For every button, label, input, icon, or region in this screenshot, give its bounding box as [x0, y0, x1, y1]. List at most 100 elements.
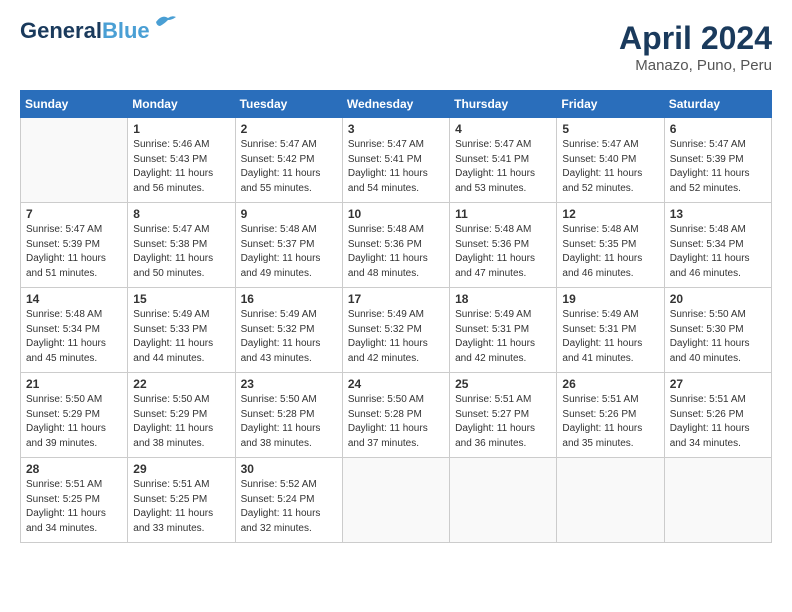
day-number: 20 [670, 292, 766, 306]
day-number: 13 [670, 207, 766, 221]
calendar-cell: 12 Sunrise: 5:48 AM Sunset: 5:35 PM Dayli… [557, 203, 664, 288]
day-number: 15 [133, 292, 229, 306]
calendar-cell: 29 Sunrise: 5:51 AM Sunset: 5:25 PM Dayli… [128, 458, 235, 543]
day-info: Sunrise: 5:49 AM Sunset: 5:32 PM Dayligh… [241, 308, 337, 366]
calendar-cell: 24Sunrise: 5:50 AM Sunset: 5:28 PM Dayli… [342, 373, 449, 458]
day-info: Sunrise: 5:50 AM Sunset: 5:28 PM Dayligh… [348, 393, 444, 451]
calendar-cell: 20 Sunrise: 5:50 AM Sunset: 5:30 PM Dayli… [664, 288, 771, 373]
header-wednesday: Wednesday [342, 91, 449, 118]
calendar-cell: 21 Sunrise: 5:50 AM Sunset: 5:29 PM Dayli… [21, 373, 128, 458]
title-block: April 2024 Manazo, Puno, Peru [619, 20, 772, 74]
day-number: 23 [241, 377, 337, 391]
day-number: 11 [455, 207, 551, 221]
calendar-cell [664, 458, 771, 543]
day-number: 17 [348, 292, 444, 306]
day-info: Sunrise: 5:47 AM Sunset: 5:41 PM Dayligh… [348, 138, 444, 196]
day-info: Sunrise: 5:50 AM Sunset: 5:30 PM Dayligh… [670, 308, 766, 366]
header-friday: Friday [557, 91, 664, 118]
day-number: 6 [670, 122, 766, 136]
calendar-cell: 26Sunrise: 5:51 AM Sunset: 5:26 PM Dayli… [557, 373, 664, 458]
calendar-header-row: SundayMondayTuesdayWednesdayThursdayFrid… [21, 91, 772, 118]
calendar-cell: 28 Sunrise: 5:51 AM Sunset: 5:25 PM Dayli… [21, 458, 128, 543]
day-info: Sunrise: 5:47 AM Sunset: 5:38 PM Dayligh… [133, 223, 229, 281]
calendar-cell: 27 Sunrise: 5:51 AM Sunset: 5:26 PM Dayli… [664, 373, 771, 458]
day-number: 5 [562, 122, 658, 136]
day-info: Sunrise: 5:51 AM Sunset: 5:25 PM Dayligh… [26, 478, 122, 536]
calendar-cell: 30 Sunrise: 5:52 AM Sunset: 5:24 PM Dayli… [235, 458, 342, 543]
page-header: GeneralBlue April 2024 Manazo, Puno, Per… [20, 20, 772, 74]
header-sunday: Sunday [21, 91, 128, 118]
day-info: Sunrise: 5:50 AM Sunset: 5:28 PM Dayligh… [241, 393, 337, 451]
day-number: 16 [241, 292, 337, 306]
day-number: 2 [241, 122, 337, 136]
day-number: 27 [670, 377, 766, 391]
day-info: Sunrise: 5:48 AM Sunset: 5:34 PM Dayligh… [670, 223, 766, 281]
calendar-cell: 5 Sunrise: 5:47 AM Sunset: 5:40 PM Daylig… [557, 118, 664, 203]
day-info: Sunrise: 5:47 AM Sunset: 5:41 PM Dayligh… [455, 138, 551, 196]
day-number: 10 [348, 207, 444, 221]
day-number: 26 [562, 377, 658, 391]
day-number: 25 [455, 377, 551, 391]
month-title: April 2024 [619, 20, 772, 57]
calendar-cell: 6Sunrise: 5:47 AM Sunset: 5:39 PM Daylig… [664, 118, 771, 203]
day-number: 9 [241, 207, 337, 221]
calendar-cell: 16 Sunrise: 5:49 AM Sunset: 5:32 PM Dayli… [235, 288, 342, 373]
week-row-2: 7 Sunrise: 5:47 AM Sunset: 5:39 PM Daylig… [21, 203, 772, 288]
calendar-cell: 10 Sunrise: 5:48 AM Sunset: 5:36 PM Dayli… [342, 203, 449, 288]
location-subtitle: Manazo, Puno, Peru [619, 57, 772, 74]
calendar-cell: 9 Sunrise: 5:48 AM Sunset: 5:37 PM Daylig… [235, 203, 342, 288]
day-number: 8 [133, 207, 229, 221]
day-number: 21 [26, 377, 122, 391]
header-tuesday: Tuesday [235, 91, 342, 118]
day-info: Sunrise: 5:48 AM Sunset: 5:36 PM Dayligh… [348, 223, 444, 281]
calendar-cell: 2 Sunrise: 5:47 AM Sunset: 5:42 PM Daylig… [235, 118, 342, 203]
day-number: 4 [455, 122, 551, 136]
calendar-cell: 22 Sunrise: 5:50 AM Sunset: 5:29 PM Dayli… [128, 373, 235, 458]
day-info: Sunrise: 5:48 AM Sunset: 5:36 PM Dayligh… [455, 223, 551, 281]
calendar-cell [450, 458, 557, 543]
day-info: Sunrise: 5:48 AM Sunset: 5:37 PM Dayligh… [241, 223, 337, 281]
calendar-cell: 4 Sunrise: 5:47 AM Sunset: 5:41 PM Daylig… [450, 118, 557, 203]
calendar-cell: 15 Sunrise: 5:49 AM Sunset: 5:33 PM Dayli… [128, 288, 235, 373]
day-info: Sunrise: 5:47 AM Sunset: 5:40 PM Dayligh… [562, 138, 658, 196]
day-number: 12 [562, 207, 658, 221]
day-info: Sunrise: 5:50 AM Sunset: 5:29 PM Dayligh… [26, 393, 122, 451]
day-info: Sunrise: 5:48 AM Sunset: 5:34 PM Dayligh… [26, 308, 122, 366]
logo-text: GeneralBlue [20, 20, 150, 42]
calendar-cell: 8 Sunrise: 5:47 AM Sunset: 5:38 PM Daylig… [128, 203, 235, 288]
day-info: Sunrise: 5:47 AM Sunset: 5:39 PM Dayligh… [26, 223, 122, 281]
calendar-table: SundayMondayTuesdayWednesdayThursdayFrid… [20, 90, 772, 543]
day-info: Sunrise: 5:51 AM Sunset: 5:26 PM Dayligh… [670, 393, 766, 451]
day-info: Sunrise: 5:52 AM Sunset: 5:24 PM Dayligh… [241, 478, 337, 536]
day-number: 22 [133, 377, 229, 391]
calendar-cell: 18 Sunrise: 5:49 AM Sunset: 5:31 PM Dayli… [450, 288, 557, 373]
day-number: 30 [241, 462, 337, 476]
calendar-cell: 1Sunrise: 5:46 AM Sunset: 5:43 PM Daylig… [128, 118, 235, 203]
day-info: Sunrise: 5:51 AM Sunset: 5:27 PM Dayligh… [455, 393, 551, 451]
week-row-1: 1Sunrise: 5:46 AM Sunset: 5:43 PM Daylig… [21, 118, 772, 203]
day-number: 18 [455, 292, 551, 306]
day-info: Sunrise: 5:50 AM Sunset: 5:29 PM Dayligh… [133, 393, 229, 451]
day-info: Sunrise: 5:51 AM Sunset: 5:25 PM Dayligh… [133, 478, 229, 536]
day-info: Sunrise: 5:49 AM Sunset: 5:31 PM Dayligh… [455, 308, 551, 366]
day-info: Sunrise: 5:47 AM Sunset: 5:42 PM Dayligh… [241, 138, 337, 196]
day-number: 29 [133, 462, 229, 476]
day-info: Sunrise: 5:49 AM Sunset: 5:32 PM Dayligh… [348, 308, 444, 366]
calendar-cell: 17 Sunrise: 5:49 AM Sunset: 5:32 PM Dayli… [342, 288, 449, 373]
day-number: 28 [26, 462, 122, 476]
calendar-cell [21, 118, 128, 203]
day-info: Sunrise: 5:49 AM Sunset: 5:33 PM Dayligh… [133, 308, 229, 366]
logo: GeneralBlue [20, 20, 176, 42]
calendar-cell: 14 Sunrise: 5:48 AM Sunset: 5:34 PM Dayli… [21, 288, 128, 373]
header-monday: Monday [128, 91, 235, 118]
calendar-cell: 19Sunrise: 5:49 AM Sunset: 5:31 PM Dayli… [557, 288, 664, 373]
day-number: 14 [26, 292, 122, 306]
day-number: 7 [26, 207, 122, 221]
calendar-cell [342, 458, 449, 543]
day-info: Sunrise: 5:48 AM Sunset: 5:35 PM Dayligh… [562, 223, 658, 281]
header-saturday: Saturday [664, 91, 771, 118]
calendar-cell: 7 Sunrise: 5:47 AM Sunset: 5:39 PM Daylig… [21, 203, 128, 288]
calendar-cell: 3Sunrise: 5:47 AM Sunset: 5:41 PM Daylig… [342, 118, 449, 203]
logo-bird-icon [154, 14, 176, 30]
day-info: Sunrise: 5:46 AM Sunset: 5:43 PM Dayligh… [133, 138, 229, 196]
